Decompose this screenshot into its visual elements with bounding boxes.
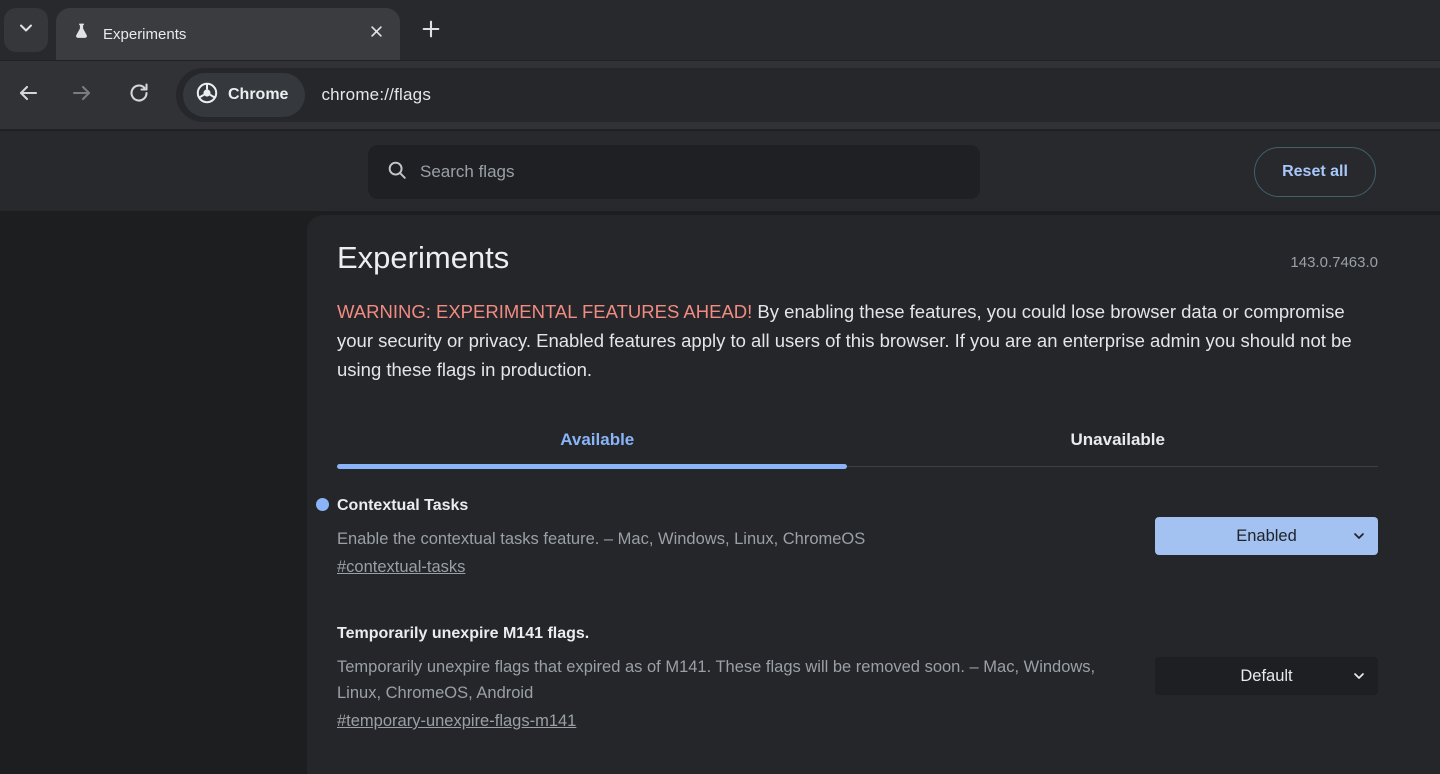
flag-description: Temporarily unexpire flags that expired … <box>337 654 1135 706</box>
reload-button[interactable] <box>117 73 161 117</box>
flag-value-dropdown[interactable]: Default <box>1155 657 1378 695</box>
tab-unavailable[interactable]: Unavailable <box>858 420 1379 464</box>
flag-description: Enable the contextual tasks feature. – M… <box>337 526 865 552</box>
tab-available[interactable]: Available <box>337 420 858 464</box>
flag-entry-contextual-tasks: Contextual Tasks Enable the contextual t… <box>337 495 1378 577</box>
magnifier-icon <box>386 159 408 186</box>
flag-value-dropdown[interactable]: Enabled <box>1155 517 1378 555</box>
url-text: chrome://flags <box>321 85 431 105</box>
warning-text: WARNING: EXPERIMENTAL FEATURES AHEAD! By… <box>337 297 1372 384</box>
tab-selected-indicator <box>337 464 847 469</box>
flag-tabs: Available Unavailable <box>337 420 1378 464</box>
reload-icon <box>127 81 151 110</box>
search-box[interactable] <box>368 145 980 199</box>
site-chip[interactable]: Chrome <box>183 73 305 117</box>
flag-permalink[interactable]: #temporary-unexpire-flags-m141 <box>337 712 576 731</box>
flask-icon <box>72 22 91 46</box>
version-label: 143.0.7463.0 <box>1290 254 1378 271</box>
search-flags-input[interactable] <box>420 162 900 182</box>
tab-title: Experiments <box>103 26 186 43</box>
flag-value: Default <box>1240 667 1292 686</box>
flag-list: Contextual Tasks Enable the contextual t… <box>337 495 1378 731</box>
modified-dot-icon <box>316 498 329 511</box>
page-background: Experiments 143.0.7463.0 WARNING: EXPERI… <box>0 211 1440 774</box>
browser-window: Experiments <box>0 0 1440 774</box>
arrow-left-icon <box>16 81 40 110</box>
chevron-down-icon <box>16 18 36 43</box>
browser-tab-experiments[interactable]: Experiments <box>56 8 400 60</box>
site-chip-label: Chrome <box>228 86 288 104</box>
new-tab-button[interactable] <box>412 12 450 50</box>
forward-button[interactable] <box>60 73 104 117</box>
tab-strip: Experiments <box>0 0 1440 60</box>
back-button[interactable] <box>6 73 50 117</box>
flag-name: Temporarily unexpire M141 flags. <box>337 623 1135 645</box>
tab-close-button[interactable] <box>362 20 390 48</box>
chevron-down-icon <box>1351 668 1367 689</box>
address-bar[interactable]: Chrome chrome://flags <box>176 68 1440 122</box>
flag-name: Contextual Tasks <box>337 495 865 517</box>
title-row: Experiments 143.0.7463.0 <box>337 241 1378 275</box>
flag-info: Contextual Tasks Enable the contextual t… <box>337 495 865 577</box>
page-title: Experiments <box>337 241 509 275</box>
flag-value: Enabled <box>1236 527 1297 546</box>
chrome-logo-icon <box>195 81 219 110</box>
flags-page-header: Reset all <box>0 131 1440 211</box>
tab-search-button[interactable] <box>4 8 48 52</box>
flag-info: Temporarily unexpire M141 flags. Tempora… <box>337 623 1135 731</box>
tab-track <box>337 464 1378 469</box>
chevron-down-icon <box>1351 528 1367 549</box>
arrow-right-icon <box>70 81 94 110</box>
flag-entry-unexpire-m141: Temporarily unexpire M141 flags. Tempora… <box>337 623 1378 731</box>
close-icon <box>369 24 384 44</box>
flag-permalink[interactable]: #contextual-tasks <box>337 558 465 577</box>
experiments-panel: Experiments 143.0.7463.0 WARNING: EXPERI… <box>307 215 1440 774</box>
warning-highlight: WARNING: EXPERIMENTAL FEATURES AHEAD! <box>337 301 752 322</box>
navigation-toolbar: Chrome chrome://flags <box>0 60 1440 130</box>
reset-all-button[interactable]: Reset all <box>1254 147 1376 197</box>
plus-icon <box>420 18 442 45</box>
